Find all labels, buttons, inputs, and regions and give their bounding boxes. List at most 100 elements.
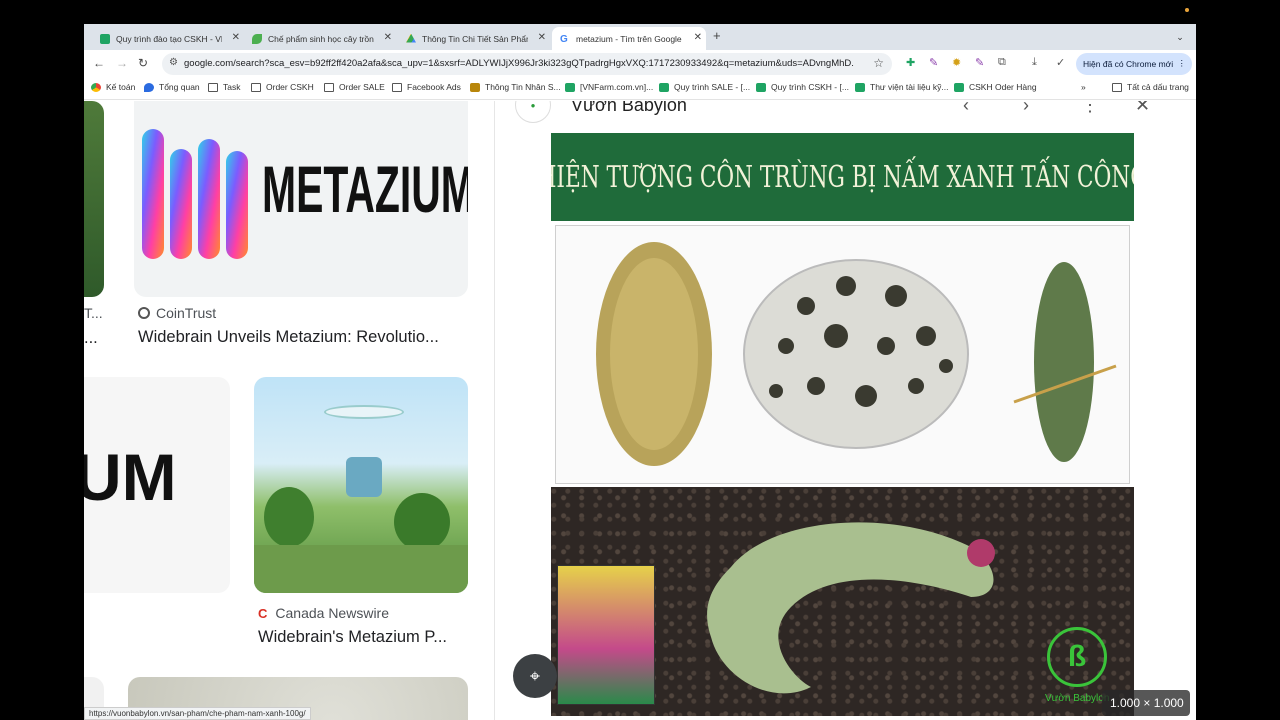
metazium-wordmark: METAZIUM [262,152,468,226]
folder-icon [392,82,402,92]
next-icon[interactable]: › [1023,101,1029,116]
image-dimensions: 1.000 × 1.000 [1102,690,1190,716]
tab-quy-trinh[interactable]: Quy trình đào tạo CSKH - VN ✕ [92,27,244,50]
sheets-icon [659,82,669,92]
extension-sun-icon[interactable]: ✹ [952,56,961,69]
site-info-icon[interactable]: ⚙ [169,57,178,68]
product-package [557,565,655,705]
result-caption-canada-newswire[interactable]: Widebrain's Metazium P... [258,628,447,647]
panel-header: ● Vườn Babylon [515,101,687,123]
insects-illustration [596,242,1117,466]
result-image-partial[interactable] [84,101,104,297]
menu-icon[interactable]: ⋮ [1178,58,1187,69]
bookmark-thong-tin-nhan-su[interactable]: Thông Tin Nhân S... [470,82,561,92]
close-icon[interactable]: ✕ [1135,101,1150,116]
tab-search-icon[interactable]: ⌄ [1172,29,1188,45]
result-image-metazium[interactable]: METAZIUM [134,101,468,297]
lens-icon: ⌖ [529,665,541,686]
image-banner: HIỆN TƯỢNG CÔN TRÙNG BỊ NẤM XANH TẤN CÔN… [551,133,1134,221]
bird-icon [144,82,154,92]
insects-photo [555,225,1130,484]
tab-bar: Quy trình đào tạo CSKH - VN ✕ Chế phẩm s… [84,24,1196,50]
status-bar-url: https://vuonbabylon.vn/san-pham/che-pham… [84,707,311,720]
bookmark-cskh-oder-hang[interactable]: CSKH Oder Hàng [954,82,1037,92]
result-caption-partial: ... [84,329,98,347]
th-icon [470,82,480,92]
download-icon[interactable]: ⤓ [1032,56,1037,69]
bookmarks-more-icon[interactable]: » [1081,82,1086,92]
sheets-icon [855,82,865,92]
babylon-logo-icon: ß [1047,627,1107,687]
toolbar: ← → ↻ ⚙ google.com/search?sca_esv=b92ff2… [84,50,1196,78]
chrome-icon [91,82,101,92]
address-bar[interactable]: ⚙ google.com/search?sca_esv=b92ff2ff420a… [162,53,892,75]
previous-icon[interactable]: ‹ [963,101,969,116]
extension-pen2-icon[interactable]: ✎ [975,56,984,69]
more-options-icon[interactable]: ⋮ [1081,101,1099,116]
extension-pen-icon[interactable]: ✎ [929,56,938,69]
folder-icon [251,82,261,92]
preview-image[interactable]: HIỆN TƯỢNG CÔN TRÙNG BỊ NẤM XANH TẤN CÔN… [551,133,1134,716]
site-logo-icon: ● [515,101,551,123]
bookmark-ke-toan[interactable]: Kế toán [91,82,135,92]
tab-thong-tin[interactable]: Thông Tin Chi Tiết Sản Phẩm ✕ [398,27,550,50]
close-icon[interactable]: ✕ [694,32,702,43]
tree-shape [394,493,450,551]
bookmark-order-sale[interactable]: Order SALE [324,82,385,92]
checkmark-icon[interactable]: ✓ [1056,56,1065,69]
close-icon[interactable]: ✕ [384,32,392,43]
extensions-puzzle-icon[interactable]: ⧉ [998,56,1006,69]
result-source-canada-newswire: C Canada Newswire [258,605,389,621]
result-caption-cointrust[interactable]: Widebrain Unveils Metazium: Revolutio... [138,328,439,347]
tree-shape [264,487,314,547]
result-source-cointrust: CoinTrust [138,305,216,321]
google-lens-button[interactable]: ⌖ [513,654,557,698]
close-icon[interactable]: ✕ [538,32,546,43]
um-text: UM [84,440,177,514]
folder-icon [208,82,218,92]
watermark-text: Vườn Babylon [1045,693,1110,704]
bookmark-star-icon[interactable]: ☆ [873,56,884,70]
forward-icon[interactable]: → [116,56,128,70]
sheets-icon [565,82,575,92]
bookmark-thu-vien[interactable]: Thư viện tài liệu kỹ... [855,82,948,92]
sheets-icon [100,33,110,44]
image-preview-panel: ● Vườn Babylon ‹ › ⋮ ✕ HIỆN TƯỢNG CÔN TR… [494,101,1196,720]
tab-metazium[interactable]: G metazium - Tìm trên Google ✕ [552,27,706,50]
bookmark-task[interactable]: Task [208,82,240,92]
tab-che-pham[interactable]: Chế phẩm sinh học cây trồng ✕ [244,27,396,50]
sheets-icon [756,82,766,92]
bookmark-order-cskh[interactable]: Order CSKH [251,82,314,92]
sheets-icon [954,82,964,92]
browser-window: Quy trình đào tạo CSKH - VN ✕ Chế phẩm s… [84,24,1196,720]
chrome-update-button[interactable]: Hiện đã có Chrome mới ⋮ [1076,53,1192,75]
folder-icon [324,82,334,92]
extension-sheets-icon[interactable]: ✚ [906,56,915,69]
url-text: google.com/search?sca_esv=b92ff2ff420a2a… [184,58,854,69]
result-image-um[interactable]: UM [84,377,230,593]
bookmark-vnfarm[interactable]: [VNFarm.com.vn]... [565,82,653,92]
google-icon: G [560,33,568,45]
bookmarks-bar: Kế toán Tổng quan Task Order CSKH Order … [84,78,1196,100]
result-image-metaverse[interactable] [254,377,468,593]
reload-icon[interactable]: ↻ [138,56,148,70]
cointrust-icon [138,307,150,319]
leaf-icon [252,33,262,44]
newswire-icon: C [258,605,268,621]
all-bookmarks[interactable]: Tất cả dấu trang [1112,82,1189,92]
bookmark-tong-quan[interactable]: Tổng quan [144,82,200,92]
page-content: T... ... METAZIUM CoinTrust Widebrain Un… [84,101,1196,720]
bookmark-quy-trinh-cskh[interactable]: Quy trình CSKH - [... [756,82,849,92]
folder-icon [1112,82,1122,92]
image-results: T... ... METAZIUM CoinTrust Widebrain Un… [84,101,494,720]
back-icon[interactable]: ← [93,56,105,70]
bookmark-quy-trinh-sale[interactable]: Quy trình SALE - [... [659,82,750,92]
drive-icon [406,33,416,43]
dome-shape [324,405,404,419]
new-tab-button[interactable]: + [713,28,721,43]
recording-indicator [1185,8,1189,12]
bookmark-facebook-ads[interactable]: Facebook Ads [392,82,461,92]
site-name: Vườn Babylon [571,101,687,115]
fountain-shape [346,457,382,497]
close-icon[interactable]: ✕ [232,32,240,43]
